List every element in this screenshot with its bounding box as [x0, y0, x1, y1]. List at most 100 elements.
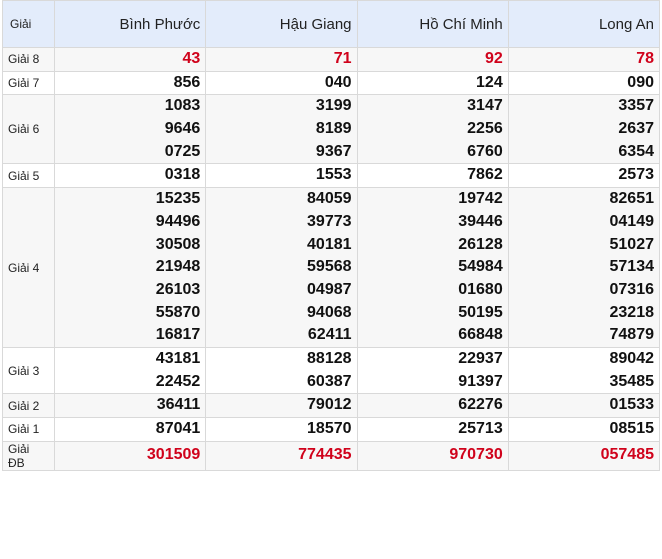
winning-number: 04987: [307, 280, 352, 298]
prize-cell: 01533: [507, 393, 661, 418]
prize-cell: 82651 04149 51027 57134 07316 23218 74879: [507, 187, 661, 348]
lottery-results-table: Giải Bình Phước Hậu Giang Hồ Chí Minh Lo…: [1, 0, 661, 471]
prize-row: Giải 3 43181 22452 88128 60387 22937 91397 8904…: [1, 346, 661, 395]
winning-number: 23218: [609, 303, 655, 321]
prize-row: Giải 4 15235 94496 30508 21948 26103 55870 1681…: [1, 187, 661, 348]
winning-number: 2573: [618, 166, 654, 184]
winning-number: 74879: [609, 326, 655, 344]
prize-cell: 22937 91397: [356, 346, 509, 395]
prize-cell: 43: [54, 47, 207, 72]
winning-number: 16817: [155, 326, 201, 344]
prize-cell: 040: [205, 70, 358, 96]
winning-number: 26103: [155, 280, 201, 298]
winning-number: 62276: [458, 396, 503, 414]
winning-number: 6354: [618, 142, 654, 160]
winning-number: 40181: [307, 235, 352, 253]
prize-name: Giải 7: [1, 70, 56, 96]
winning-number: 39773: [307, 212, 352, 230]
prize-row: Giải ĐB 301509 774435 970730 057485: [1, 440, 661, 471]
winning-number: 01680: [458, 280, 503, 298]
winning-number: 89042: [609, 349, 655, 367]
prize-cell: 62276: [356, 393, 509, 418]
winning-number: 090: [627, 73, 654, 91]
prize-cell: 87041: [54, 417, 207, 442]
winning-number: 82651: [609, 190, 655, 208]
prize-cell: 84059 39773 40181 59568 04987 94068 62411: [205, 187, 358, 348]
prize-cell: 78: [507, 47, 661, 72]
winning-number: 51027: [609, 235, 655, 253]
winning-number: 18570: [307, 420, 352, 437]
prize-row: Giải 2 36411 79012 62276 01533: [1, 393, 661, 418]
prize-name: Giải 4: [1, 187, 56, 348]
winning-number: 301509: [146, 446, 201, 464]
winning-number: 78: [636, 50, 654, 67]
winning-number: 774435: [298, 446, 352, 464]
prize-cell: 124: [356, 70, 509, 96]
winning-number: 50195: [458, 303, 503, 321]
winning-number: 71: [333, 50, 352, 67]
winning-number: 21948: [155, 258, 201, 276]
prize-cell: 92: [356, 47, 509, 72]
winning-number: 62411: [307, 326, 352, 344]
header-row: Giải Bình Phước Hậu Giang Hồ Chí Minh Lo…: [1, 0, 661, 48]
prize-cell: 79012: [205, 393, 358, 418]
results-body: Giải 8 43 71 92 78 Giải 7 856 040 124 090 Giải 6 10…: [1, 47, 661, 471]
prize-cell: 856: [54, 70, 207, 96]
winning-number: 35485: [609, 372, 655, 390]
prize-row: Giải 8 43 71 92 78: [1, 47, 661, 72]
winning-number: 84059: [307, 190, 352, 208]
winning-number: 856: [173, 73, 201, 91]
prize-cell: 970730: [356, 440, 509, 471]
prize-name: Giải 1: [1, 417, 56, 442]
winning-number: 9367: [315, 142, 352, 160]
prize-cell: 43181 22452: [54, 346, 207, 395]
prize-name: Giải ĐB: [1, 440, 56, 471]
winning-number: 43: [182, 50, 201, 67]
prize-row: Giải 5 0318 1553 7862 2573: [1, 163, 661, 189]
winning-number: 25713: [458, 420, 503, 437]
winning-number: 30508: [155, 235, 201, 253]
winning-number: 91397: [458, 372, 503, 390]
prize-cell: 08515: [507, 417, 661, 442]
province-header: Bình Phước: [54, 0, 207, 48]
prize-name: Giải 5: [1, 163, 56, 189]
prize-cell: 3357 2637 6354: [507, 94, 661, 165]
winning-number: 2256: [467, 120, 503, 138]
prize-cell: 36411: [54, 393, 207, 418]
winning-number: 9646: [164, 120, 201, 138]
winning-number: 92: [484, 50, 503, 67]
winning-number: 43181: [155, 349, 201, 367]
province-header: Hậu Giang: [205, 0, 358, 48]
winning-number: 87041: [155, 420, 201, 437]
winning-number: 79012: [307, 396, 352, 414]
winning-number: 26128: [458, 235, 503, 253]
winning-number: 15235: [155, 190, 201, 208]
prize-name: Giải 6: [1, 94, 56, 165]
prize-row: Giải 1 87041 18570 25713 08515: [1, 417, 661, 442]
winning-number: 04149: [609, 212, 655, 230]
prize-cell: 18570: [205, 417, 358, 442]
winning-number: 970730: [449, 446, 503, 464]
winning-number: 36411: [156, 396, 201, 414]
winning-number: 66848: [458, 326, 503, 344]
winning-number: 0318: [164, 166, 201, 184]
winning-number: 040: [324, 73, 352, 91]
winning-number: 1553: [315, 166, 352, 184]
prize-cell: 057485: [507, 440, 661, 471]
prize-cell: 19742 39446 26128 54984 01680 50195 66848: [356, 187, 509, 348]
prize-column-header: Giải: [1, 0, 56, 48]
prize-cell: 0318: [54, 163, 207, 189]
winning-number: 6760: [467, 142, 503, 160]
prize-cell: 3147 2256 6760: [356, 94, 509, 165]
winning-number: 08515: [609, 420, 655, 437]
winning-number: 22452: [155, 372, 201, 390]
prize-cell: 88128 60387: [205, 346, 358, 395]
prize-cell: 25713: [356, 417, 509, 442]
winning-number: 2637: [618, 120, 654, 138]
prize-cell: 7862: [356, 163, 509, 189]
prize-cell: 71: [205, 47, 358, 72]
prize-cell: 2573: [507, 163, 661, 189]
prize-row: Giải 7 856 040 124 090: [1, 70, 661, 96]
prize-name: Giải 2: [1, 393, 56, 418]
winning-number: 0725: [164, 142, 201, 160]
